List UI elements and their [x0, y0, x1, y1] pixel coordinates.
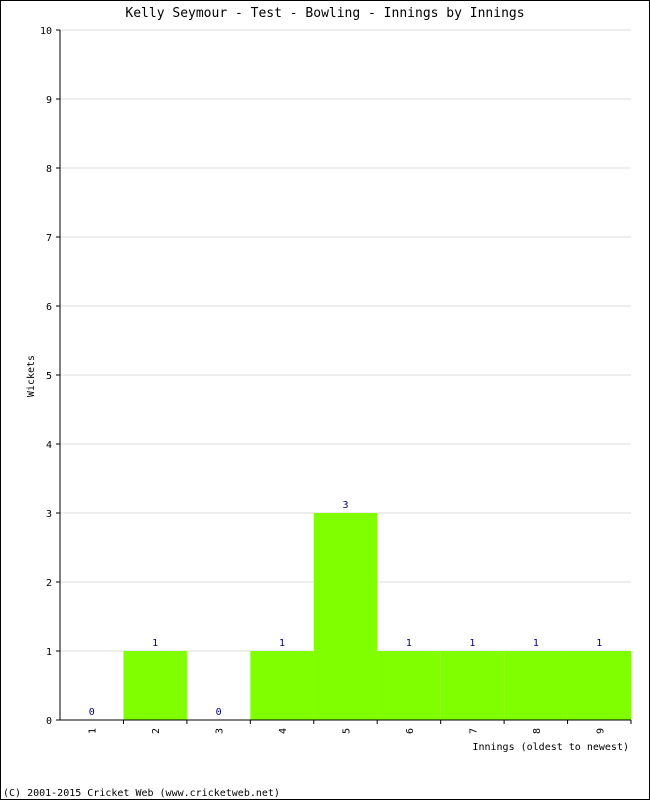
y-tick-label: 7	[46, 233, 52, 244]
data-label: 1	[152, 638, 158, 649]
y-tick-label: 9	[46, 95, 52, 106]
x-tick-label: 3	[215, 728, 226, 734]
data-label: 1	[406, 638, 412, 649]
bar	[567, 651, 631, 720]
bar	[123, 651, 187, 720]
x-tick-label: 9	[595, 728, 606, 734]
y-tick-label: 0	[46, 716, 52, 727]
y-tick-label: 8	[46, 164, 52, 175]
x-tick-label: 6	[405, 728, 416, 734]
y-tick-label: 3	[46, 509, 52, 520]
y-axis-label: Wickets	[26, 355, 37, 397]
y-tick-label: 2	[46, 578, 52, 589]
data-label: 3	[342, 500, 348, 511]
bar	[440, 651, 505, 720]
bar	[377, 651, 441, 720]
bar	[313, 513, 378, 720]
bar	[250, 651, 314, 720]
data-label: 1	[596, 638, 602, 649]
data-label: 0	[89, 707, 95, 718]
y-tick-label: 1	[46, 647, 52, 658]
x-tick-label: 4	[278, 728, 289, 734]
x-axis-label: Innings (oldest to newest)	[472, 742, 629, 753]
bars	[123, 513, 631, 720]
x-tick-label: 1	[88, 728, 99, 734]
data-label: 0	[216, 707, 222, 718]
x-tick-label: 8	[532, 728, 543, 734]
chart-title: Kelly Seymour - Test - Bowling - Innings…	[125, 6, 524, 21]
x-tick-label: 2	[151, 728, 162, 734]
data-label: 1	[279, 638, 285, 649]
footer-copyright: (C) 2001-2015 Cricket Web (www.cricketwe…	[3, 788, 280, 799]
y-tick-label: 5	[46, 371, 52, 382]
y-tick-label: 10	[40, 26, 52, 37]
x-tick-label: 5	[342, 728, 353, 734]
y-tick-label: 4	[46, 440, 52, 451]
data-label: 1	[469, 638, 475, 649]
y-tick-label: 6	[46, 302, 52, 313]
bar-chart: Kelly Seymour - Test - Bowling - Innings…	[3, 6, 632, 799]
data-label: 1	[533, 638, 539, 649]
y-ticks: 0 1 2 3 4 5 6 7 8 9 10	[40, 26, 60, 727]
bar	[504, 651, 568, 720]
x-ticks: 1 2 3 4 5 6 7 8 9	[88, 720, 632, 734]
x-tick-label: 7	[468, 728, 479, 734]
